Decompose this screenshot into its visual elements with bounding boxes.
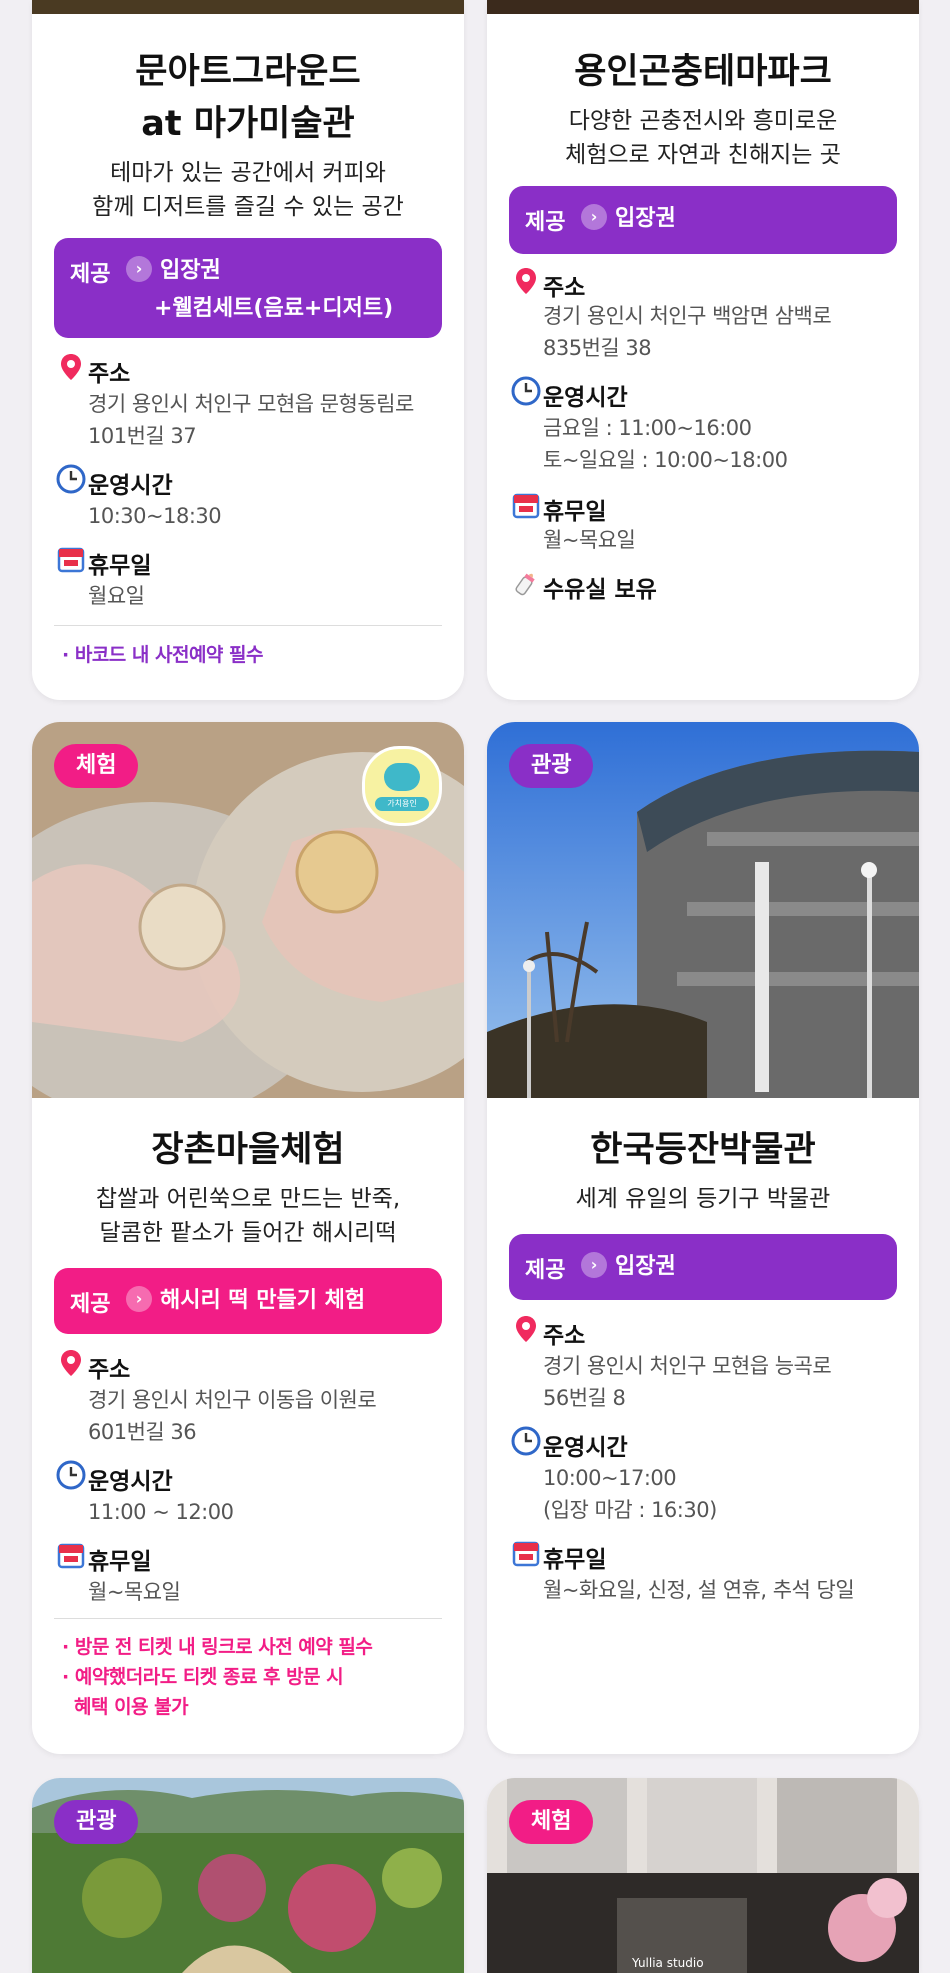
hours-text: 10:30~18:30 bbox=[88, 504, 222, 528]
calendar-icon bbox=[57, 1543, 85, 1569]
brand-sticker: 가치용인 bbox=[362, 746, 442, 826]
hours-text: 11:00 ~ 12:00 bbox=[88, 1500, 234, 1524]
hours-text: 10:00~17:00 bbox=[543, 1466, 677, 1490]
location-pin-icon bbox=[61, 354, 81, 380]
offer-label: 제공 bbox=[70, 262, 111, 287]
category-badge: 관광 bbox=[509, 744, 594, 788]
offer-box: 제공 › 입장권 bbox=[509, 186, 897, 254]
address-title: 주소 bbox=[88, 361, 131, 387]
card-studio[interactable]: Yullia studio 체험 bbox=[487, 1778, 919, 1973]
closed-title: 휴무일 bbox=[543, 1547, 607, 1573]
card-title: 한국등잔박물관 bbox=[590, 1130, 816, 1170]
notice-text-2: · 예약했더라도 티켓 종료 후 방문 시 bbox=[62, 1666, 344, 1688]
calendar-icon bbox=[512, 1541, 540, 1567]
address-text: 경기 용인시 처인구 백암면 삼백로 bbox=[543, 304, 832, 328]
offer-value: 입장권 bbox=[615, 1254, 676, 1279]
notice-text: · 바코드 내 사전예약 필수 bbox=[62, 644, 263, 666]
category-badge: 관광 bbox=[54, 1800, 139, 1844]
address-text-line2: 835번길 38 bbox=[543, 336, 652, 360]
arrow-right-icon: › bbox=[126, 256, 152, 282]
offer-box: 제공 › 입장권 +웰컴세트(음료+디저트) bbox=[54, 238, 442, 338]
address-text: 경기 용인시 처인구 모현읍 능곡로 bbox=[543, 1354, 832, 1378]
card-description-line2: 체험으로 자연과 친해지는 곳 bbox=[565, 142, 841, 168]
studio-sign: Yullia studio bbox=[632, 1956, 704, 1970]
address-title: 주소 bbox=[88, 1357, 131, 1383]
card-garden[interactable]: 관광 bbox=[32, 1778, 464, 1973]
baby-bottle-icon bbox=[515, 573, 535, 596]
clock-icon bbox=[511, 1426, 541, 1456]
photo-strip bbox=[487, 0, 919, 14]
hours-title: 운영시간 bbox=[88, 1469, 173, 1495]
arrow-right-icon: › bbox=[581, 204, 607, 230]
category-badge: 체험 bbox=[54, 744, 139, 788]
address-text: 경기 용인시 처인구 모현읍 문형동림로 bbox=[88, 392, 414, 416]
offer-value: 해시리 떡 만들기 체험 bbox=[160, 1288, 366, 1313]
card-title-line2: at 마가미술관 bbox=[141, 104, 355, 144]
card-description: 찹쌀과 어린쑥으로 만드는 반죽, bbox=[95, 1186, 401, 1212]
offer-box: 제공 › 해시리 떡 만들기 체험 bbox=[54, 1268, 442, 1334]
offer-box: 제공 › 입장권 bbox=[509, 1234, 897, 1300]
arrow-right-icon: › bbox=[581, 1252, 607, 1278]
closed-text: 월~목요일 bbox=[543, 528, 636, 552]
address-title: 주소 bbox=[543, 275, 586, 301]
nursing-room-title: 수유실 보유 bbox=[543, 577, 657, 603]
hours-title: 운영시간 bbox=[88, 473, 173, 499]
card-title: 용인곤충테마파크 bbox=[574, 52, 832, 92]
arrow-right-icon: › bbox=[126, 1286, 152, 1312]
card-insect-park[interactable]: 용인곤충테마파크 다양한 곤충전시와 흥미로운 체험으로 자연과 친해지는 곳 … bbox=[487, 0, 919, 700]
offer-value: 입장권 bbox=[615, 206, 676, 231]
hours-title: 운영시간 bbox=[543, 385, 628, 411]
card-description: 세계 유일의 등기구 박물관 bbox=[575, 1186, 831, 1212]
offer-label: 제공 bbox=[70, 1292, 111, 1317]
address-text-line2: 601번길 36 bbox=[88, 1420, 197, 1444]
card-jangchon-village[interactable]: 체험 가치용인 장촌마을체험 찹쌀과 어린쑥으로 만드는 반죽, 달콤한 팥소가… bbox=[32, 722, 464, 1754]
hours-text: 금요일 : 11:00~16:00 bbox=[543, 416, 752, 440]
card-description-line2: 달콤한 팥소가 들어간 해시리떡 bbox=[99, 1220, 397, 1246]
address-text: 경기 용인시 처인구 이동읍 이원로 bbox=[88, 1388, 377, 1412]
closed-text: 월~목요일 bbox=[88, 1580, 181, 1604]
category-badge: 체험 bbox=[509, 1800, 594, 1844]
card-description: 다양한 곤충전시와 흥미로운 bbox=[568, 108, 838, 134]
divider bbox=[54, 625, 442, 626]
card-title: 장촌마을체험 bbox=[151, 1130, 345, 1170]
divider bbox=[54, 1618, 442, 1619]
closed-text: 월요일 bbox=[88, 584, 145, 608]
card-description-line2: 함께 디저트를 즐길 수 있는 공간 bbox=[92, 194, 404, 220]
photo-strip bbox=[32, 0, 464, 14]
card-description: 테마가 있는 공간에서 커피와 bbox=[110, 160, 386, 186]
clock-icon bbox=[511, 376, 541, 406]
closed-title: 휴무일 bbox=[88, 553, 152, 579]
offer-label: 제공 bbox=[525, 1258, 566, 1283]
sticker-text: 가치용인 bbox=[375, 797, 429, 811]
calendar-icon bbox=[512, 493, 540, 519]
hours-text-line2: (입장 마감 : 16:30) bbox=[543, 1498, 717, 1522]
closed-title: 휴무일 bbox=[543, 499, 607, 525]
address-text-line2: 101번길 37 bbox=[88, 424, 197, 448]
clock-icon bbox=[56, 464, 86, 494]
address-text-line2: 56번길 8 bbox=[543, 1386, 626, 1410]
closed-text: 월~화요일, 신정, 설 연휴, 추석 당일 bbox=[543, 1578, 855, 1602]
notice-text: · 방문 전 티켓 내 링크로 사전 예약 필수 bbox=[62, 1636, 373, 1658]
offer-value-line2: +웰컴세트(음료+디저트) bbox=[154, 296, 394, 321]
location-pin-icon bbox=[61, 1350, 81, 1376]
hours-title: 운영시간 bbox=[543, 1435, 628, 1461]
calendar-icon bbox=[57, 547, 85, 573]
hours-text-line2: 토~일요일 : 10:00~18:00 bbox=[543, 448, 788, 472]
card-moonart[interactable]: 문아트그라운드 at 마가미술관 테마가 있는 공간에서 커피와 함께 디저트를… bbox=[32, 0, 464, 700]
card-lamp-museum[interactable]: 관광 한국등잔박물관 세계 유일의 등기구 박물관 제공 › 입장권 주소 경기… bbox=[487, 722, 919, 1754]
card-title: 문아트그라운드 bbox=[135, 52, 361, 92]
closed-title: 휴무일 bbox=[88, 1549, 152, 1575]
offer-label: 제공 bbox=[525, 210, 566, 235]
location-pin-icon bbox=[516, 268, 536, 294]
mascot-icon bbox=[384, 763, 420, 791]
location-pin-icon bbox=[516, 1316, 536, 1342]
clock-icon bbox=[56, 1460, 86, 1490]
address-title: 주소 bbox=[543, 1323, 586, 1349]
offer-value: 입장권 bbox=[160, 258, 221, 283]
notice-text-3: 혜택 이용 불가 bbox=[74, 1696, 189, 1718]
